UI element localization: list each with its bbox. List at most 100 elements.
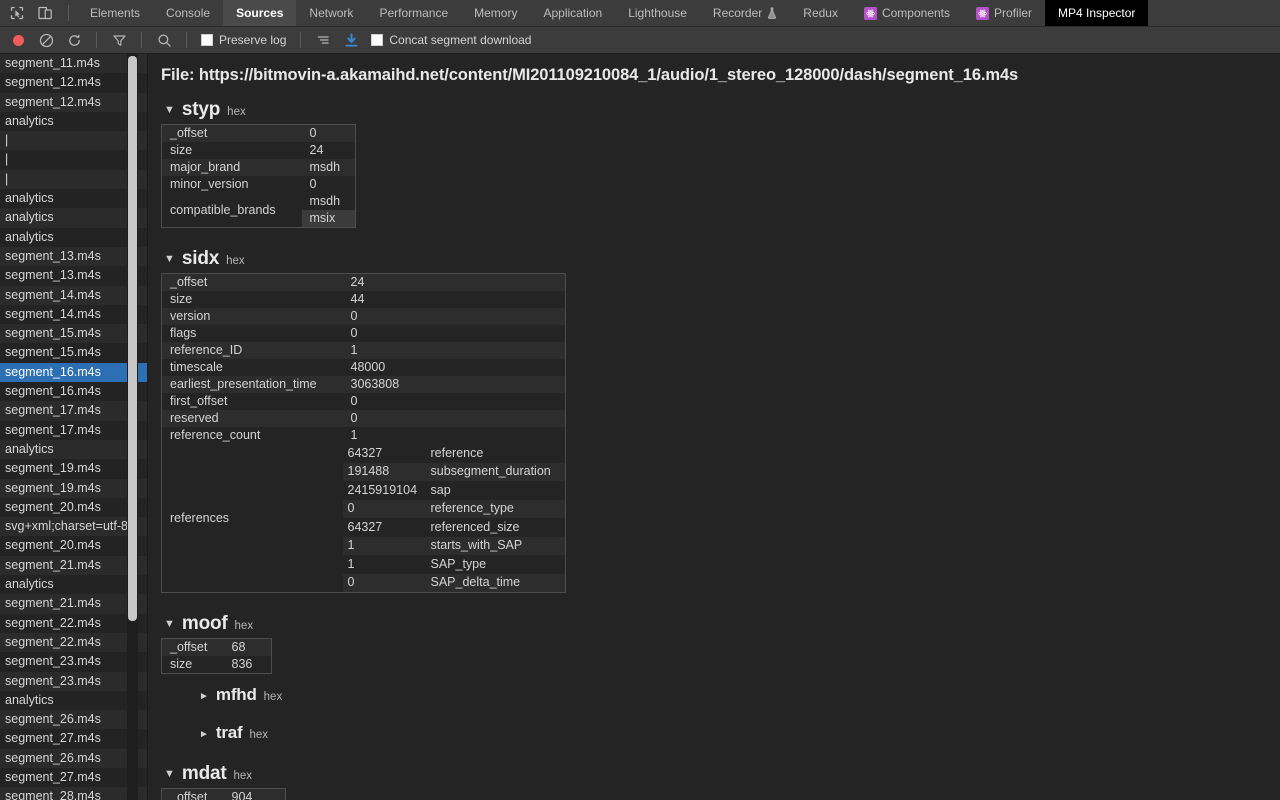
box-mfhd-header[interactable]: ► mfhd hex xyxy=(193,683,1280,708)
box-styp-header[interactable]: ▼ styp hex xyxy=(158,97,1280,124)
list-item[interactable]: analytics xyxy=(0,227,147,247)
download-button[interactable] xyxy=(339,30,363,51)
tab-memory[interactable]: Memory xyxy=(461,0,530,26)
table-row: size 44 xyxy=(162,291,566,308)
box-mdat-hex-link[interactable]: hex xyxy=(234,770,253,782)
tab-components[interactable]: Components xyxy=(851,0,963,26)
preserve-log-checkbox[interactable]: Preserve log xyxy=(197,33,290,47)
list-item[interactable]: segment_26.m4s xyxy=(0,710,147,730)
tab-label: Lighthouse xyxy=(628,6,687,20)
list-item[interactable]: segment_17.m4s xyxy=(0,401,147,421)
chevron-right-icon[interactable]: ► xyxy=(199,692,209,702)
box-sidx-hex-link[interactable]: hex xyxy=(226,255,245,267)
tab-application[interactable]: Application xyxy=(530,0,615,26)
tab-lighthouse[interactable]: Lighthouse xyxy=(615,0,700,26)
list-item[interactable]: segment_20.m4s xyxy=(0,497,147,518)
concat-segment-download-checkbox[interactable]: Concat segment download xyxy=(367,33,535,47)
list-item[interactable]: segment_21.m4s xyxy=(0,555,147,576)
chevron-down-icon[interactable]: ▼ xyxy=(164,619,175,630)
list-item[interactable]: analytics xyxy=(0,189,147,209)
tab-sources[interactable]: Sources xyxy=(223,0,297,26)
toolbar-divider-3 xyxy=(186,32,187,48)
table-row: earliest_presentation_time 3063808 xyxy=(161,376,566,393)
list-item[interactable]: segment_26.m4s xyxy=(0,748,147,768)
chevron-down-icon[interactable]: ▼ xyxy=(164,254,175,265)
list-item[interactable]: segment_20.m4s xyxy=(0,536,147,556)
box-moof-header[interactable]: ▼ moof hex xyxy=(158,611,1280,638)
toolbar-divider-4 xyxy=(300,32,302,48)
list-item[interactable]: segment_23.m4s xyxy=(0,652,147,672)
list-item[interactable]: analytics xyxy=(0,439,147,460)
tab-profiler[interactable]: Profiler xyxy=(963,0,1045,26)
box-mdat-header[interactable]: ▼ mdat hex xyxy=(158,761,1280,788)
reference-value: 64327 xyxy=(347,445,383,460)
flask-icon xyxy=(767,7,777,19)
reference-value: 64327 xyxy=(347,519,383,534)
field-value: 0 xyxy=(342,410,566,427)
box-moof-hex-link[interactable]: hex xyxy=(235,620,254,632)
box-traf-hex-link[interactable]: hex xyxy=(250,729,269,741)
list-item[interactable]: svg+xml;charset=utf-8 xyxy=(0,517,147,537)
list-item[interactable]: segment_14.m4s xyxy=(0,285,147,305)
reference-key: subsegment_duration xyxy=(425,462,565,481)
list-item[interactable]: | xyxy=(0,169,147,190)
reload-button[interactable] xyxy=(62,30,86,51)
list-item[interactable]: segment_11.m4s xyxy=(0,54,147,74)
list-item[interactable]: segment_12.m4s xyxy=(0,92,147,112)
file-title: File: https://bitmovin-a.akamaihd.net/co… xyxy=(161,66,1019,84)
device-toolbar-icon[interactable] xyxy=(34,3,56,23)
reference-key: reference_type xyxy=(425,499,565,518)
chevron-down-icon[interactable]: ▼ xyxy=(164,769,175,780)
filter-button[interactable] xyxy=(107,30,131,51)
sort-button[interactable] xyxy=(311,30,335,51)
list-item[interactable]: segment_23.m4s xyxy=(0,671,147,691)
box-styp-hex-link[interactable]: hex xyxy=(227,106,246,118)
tab-elements[interactable]: Elements xyxy=(77,0,153,26)
list-item[interactable]: segment_12.m4s xyxy=(0,73,147,93)
list-item[interactable]: segment_13.m4s xyxy=(0,246,147,267)
box-traf-header[interactable]: ► traf hex xyxy=(193,721,1280,746)
inspect-element-icon[interactable] xyxy=(6,3,28,23)
list-item[interactable]: segment_15.m4s xyxy=(0,324,147,344)
list-item[interactable]: segment_16.m4s xyxy=(0,362,147,383)
concat-checkbox-box[interactable] xyxy=(371,34,384,46)
box-mfhd-hex-link[interactable]: hex xyxy=(264,691,283,703)
list-item[interactable]: segment_13.m4s xyxy=(0,266,147,286)
list-item[interactable]: segment_22.m4s xyxy=(0,613,147,633)
list-item[interactable]: segment_22.m4s xyxy=(0,632,147,653)
sidebar-scrollbar-thumb[interactable] xyxy=(128,56,137,621)
list-item[interactable]: analytics xyxy=(0,111,147,132)
list-item[interactable]: segment_21.m4s xyxy=(0,594,147,614)
concat-label: Concat segment download xyxy=(389,33,532,47)
list-item[interactable]: | xyxy=(0,150,147,170)
clear-icon xyxy=(39,33,53,47)
list-item[interactable]: analytics xyxy=(0,208,147,228)
list-item[interactable]: analytics xyxy=(0,690,147,711)
tab-redux[interactable]: Redux xyxy=(790,0,851,26)
chevron-right-icon[interactable]: ► xyxy=(199,730,209,740)
chevron-down-icon[interactable]: ▼ xyxy=(164,105,175,116)
search-button[interactable] xyxy=(152,30,176,51)
tab-network[interactable]: Network xyxy=(296,0,366,26)
list-item[interactable]: | xyxy=(0,131,147,151)
list-item[interactable]: analytics xyxy=(0,575,147,595)
list-item[interactable]: segment_17.m4s xyxy=(0,420,147,440)
tab-recorder[interactable]: Recorder xyxy=(700,0,790,26)
list-item[interactable]: segment_16.m4s xyxy=(0,382,147,402)
field-key: major_brand xyxy=(161,159,302,176)
list-item[interactable]: segment_14.m4s xyxy=(0,304,147,325)
list-item[interactable]: segment_27.m4s xyxy=(0,767,147,788)
list-item[interactable]: segment_15.m4s xyxy=(0,343,147,363)
tab-mp4-inspector[interactable]: MP4 Inspector xyxy=(1045,0,1149,26)
list-item[interactable]: segment_28.m4s xyxy=(0,787,147,800)
list-item[interactable]: segment_27.m4s xyxy=(0,729,147,749)
box-sidx-header[interactable]: ▼ sidx hex xyxy=(158,246,1280,273)
record-button[interactable] xyxy=(6,30,30,51)
preserve-log-checkbox-box[interactable] xyxy=(201,34,213,46)
reference-value: 2415919104 xyxy=(347,482,418,497)
list-item[interactable]: segment_19.m4s xyxy=(0,459,147,479)
tab-console[interactable]: Console xyxy=(153,0,223,26)
list-item[interactable]: segment_19.m4s xyxy=(0,478,147,498)
tab-performance[interactable]: Performance xyxy=(366,0,461,26)
clear-button[interactable] xyxy=(34,30,58,51)
